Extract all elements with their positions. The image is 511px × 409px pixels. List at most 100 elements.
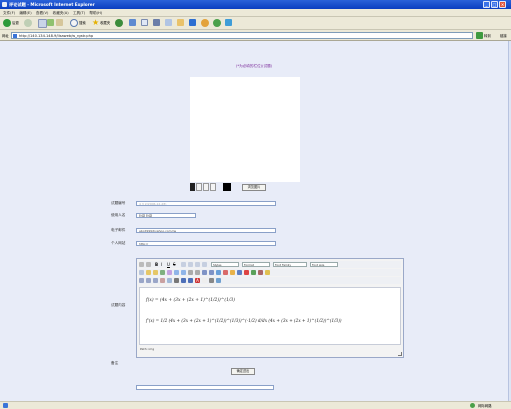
superscript-icon[interactable] [188,278,193,283]
cut-icon[interactable] [139,270,144,275]
find-icon[interactable] [160,270,165,275]
id-field[interactable]: 4 3 2(2006-12-28) [136,201,276,206]
browse-image-button[interactable]: 浏览图片 [242,184,266,191]
name-field[interactable]: 隐藏 隐藏 [136,213,196,218]
styles-select[interactable]: Styles [211,262,239,267]
menu-favorites[interactable]: 收藏夹(A) [53,9,69,17]
align-right-icon[interactable] [195,262,200,267]
editor-text-area[interactable]: f(x) = (4x + (3x + (2x + 1)^(1/2))^(1/3)… [139,287,401,345]
menu-file[interactable]: 文件(F) [3,9,15,17]
address-url: http://140.134.148.9/Ilsaweb/w_rgstr.php [19,34,94,38]
link-icon[interactable] [216,270,221,275]
submit-button[interactable]: 确定送出 [231,368,255,375]
email-field[interactable]: abcd999@yahoo.com.tw [136,228,276,233]
paste-text-icon[interactable] [153,270,158,275]
note-field[interactable] [136,385,274,390]
close-button[interactable]: × [499,1,506,8]
edit-icon[interactable] [165,19,172,26]
font-size-select[interactable]: Font size [310,262,338,267]
tools-icon[interactable] [225,19,232,26]
swatch-white-2[interactable] [203,183,209,191]
globe-icon[interactable] [201,19,209,27]
indent-icon[interactable] [195,270,200,275]
swatch-white-3[interactable] [210,183,216,191]
highlight-icon[interactable] [265,270,270,275]
favorites-icon[interactable]: ★ [92,19,99,27]
editor-toolbar-row-3: A [139,277,401,284]
cell-props-icon[interactable] [153,278,158,283]
font-color-icon[interactable]: A [195,278,200,283]
search-icon[interactable] [70,19,78,27]
text-color-icon[interactable] [258,270,263,275]
outdent-icon[interactable] [188,270,193,275]
back-icon[interactable] [3,19,11,27]
undo-icon[interactable] [202,270,207,275]
hr-icon[interactable] [174,278,179,283]
swatch-black-selected[interactable] [223,183,231,191]
source-icon[interactable] [139,262,144,267]
stop-icon[interactable] [38,19,47,28]
print-icon[interactable] [153,19,160,26]
mail-icon[interactable] [141,19,148,26]
strikethrough-icon[interactable]: S [173,262,178,267]
menu-view[interactable]: 查看(V) [36,9,48,17]
replace-icon[interactable] [167,270,172,275]
research-icon[interactable] [213,19,221,27]
window-title: 评论试题 - Microsoft Internet Explorer [9,2,95,7]
messenger-icon[interactable] [189,19,196,26]
website-field[interactable]: http:// [136,241,276,246]
row-props-icon[interactable] [146,278,151,283]
image-icon[interactable] [237,270,242,275]
page-icon [13,34,17,38]
align-left-icon[interactable] [181,262,186,267]
address-input[interactable]: http://140.134.148.9/Ilsaweb/w_rgstr.php [11,32,473,39]
table-icon[interactable] [139,278,144,283]
email-label: 电子邮件 [111,228,126,232]
unlink-icon[interactable] [223,270,228,275]
swatch-white-1[interactable] [196,183,202,191]
align-center-icon[interactable] [188,262,193,267]
image-preview [190,77,300,182]
folder-icon[interactable] [177,19,184,26]
fullscreen-icon[interactable] [216,278,221,283]
numbered-list-icon[interactable] [181,270,186,275]
media-icon[interactable] [115,19,123,27]
delete-row-icon[interactable] [160,278,165,283]
resize-grip-icon[interactable] [398,352,402,356]
menu-help[interactable]: 帮助(H) [89,9,102,17]
paste-icon[interactable] [146,262,151,267]
menu-tools[interactable]: 工具(T) [73,9,85,17]
history-icon[interactable] [129,19,136,26]
swatch-black-left[interactable] [190,183,195,191]
underline-icon[interactable]: U [167,262,172,267]
list-icon[interactable] [174,270,179,275]
go-icon[interactable] [476,32,483,39]
html-icon[interactable] [251,270,256,275]
bold-icon[interactable]: B [155,262,160,267]
copy-icon[interactable] [146,270,151,275]
back-label[interactable]: 后退 [12,19,19,27]
website-label: 个人网站 [111,241,126,245]
search-label[interactable]: 搜索 [79,19,86,27]
editor-toolbar-row-1: B I U S Styles Format Font Family Font s… [139,261,401,268]
insert-col-icon[interactable] [167,278,172,283]
maximize-button[interactable]: □ [491,1,498,8]
font-family-select[interactable]: Font Family [273,262,307,267]
links-label[interactable]: 链接 [500,33,507,38]
align-justify-icon[interactable] [202,262,207,267]
go-label[interactable]: 转到 [484,33,491,38]
minimize-button[interactable]: _ [483,1,490,8]
forward-icon[interactable] [24,19,32,27]
cleanup-icon[interactable] [244,270,249,275]
anchor-icon[interactable] [230,270,235,275]
favorites-label[interactable]: 收藏夹 [100,19,110,27]
redo-icon[interactable] [209,270,214,275]
paragraph-icon[interactable] [209,278,214,283]
home-icon[interactable] [56,19,63,26]
italic-icon[interactable]: I [161,262,166,267]
subscript-icon[interactable] [181,278,186,283]
refresh-icon[interactable] [47,19,54,26]
menu-edit[interactable]: 编辑(E) [19,9,31,17]
charmap-icon[interactable] [202,278,207,283]
format-select[interactable]: Format [242,262,270,267]
